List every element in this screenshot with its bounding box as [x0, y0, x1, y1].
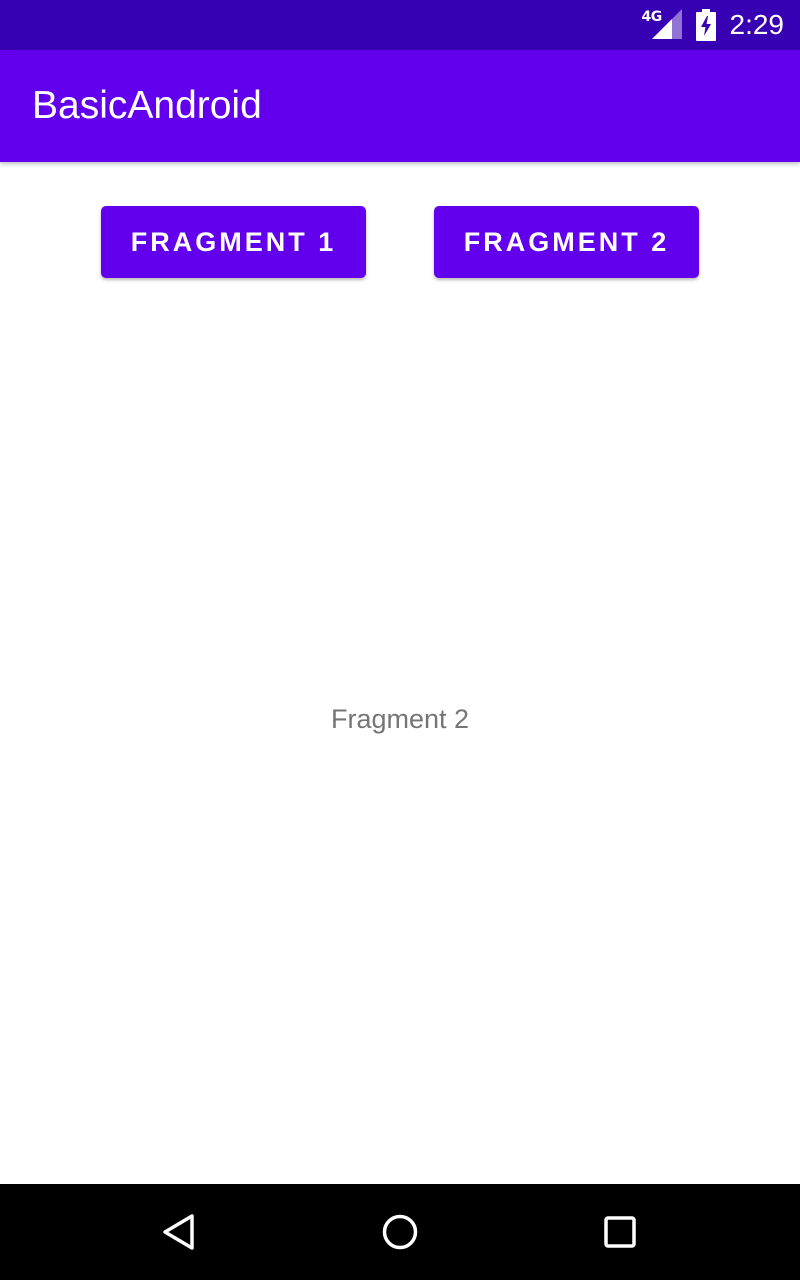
home-icon	[382, 1214, 418, 1250]
app-title: BasicAndroid	[32, 84, 262, 127]
fragment-1-button[interactable]: FRAGMENT 1	[101, 206, 366, 278]
back-button[interactable]	[132, 1184, 228, 1280]
fragment-content-text: Fragment 2	[330, 704, 470, 734]
app-bar: BasicAndroid	[0, 50, 800, 162]
recents-button[interactable]	[572, 1184, 668, 1280]
signal-icon	[651, 9, 682, 39]
home-button[interactable]	[352, 1184, 448, 1280]
back-icon	[163, 1214, 194, 1250]
battery-charging-icon	[695, 9, 716, 41]
status-bar: 4G 2:29	[0, 0, 800, 50]
battery-indicator	[695, 9, 716, 41]
navigation-bar	[0, 1184, 800, 1280]
recents-icon	[604, 1216, 636, 1248]
signal-indicator: 4G	[642, 9, 682, 41]
status-time: 2:29	[729, 9, 785, 40]
screen: 4G 2:29 BasicAndroid FRAGMENT 1 FRAGMENT…	[0, 0, 800, 1280]
fragment-2-button[interactable]: FRAGMENT 2	[434, 206, 699, 278]
